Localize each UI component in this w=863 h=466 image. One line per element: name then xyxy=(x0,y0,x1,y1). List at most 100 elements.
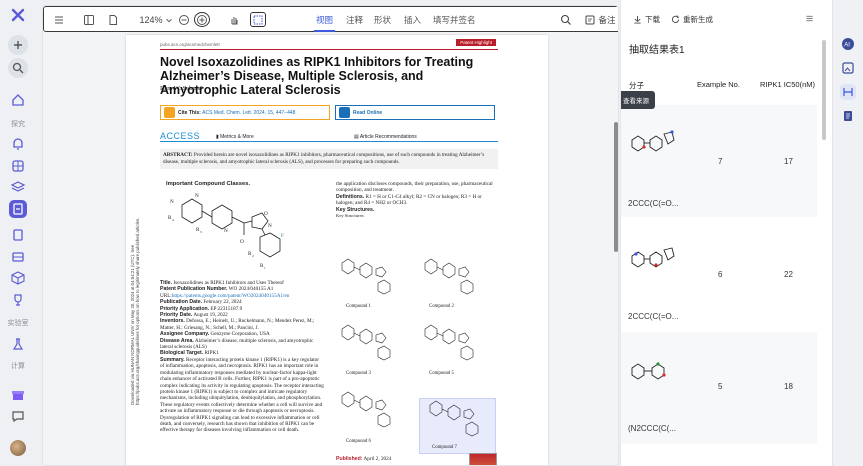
svg-text:N: N xyxy=(224,228,228,234)
pdf-viewer[interactable]: Downloaded via HUNAN NORMAL UNIV on May … xyxy=(43,32,618,465)
cite-box[interactable]: Cite This: ACS Med. Chem. Lett. 2024, 15… xyxy=(160,105,330,120)
book-icon[interactable] xyxy=(9,226,27,244)
recommendations-label: Article Recommendations xyxy=(359,134,417,140)
molecule-image[interactable] xyxy=(628,344,676,404)
column-header-ic50: RIPK1 IC50(nM) xyxy=(760,80,816,89)
tab-shapes[interactable]: 形状 xyxy=(374,14,391,26)
regenerate-button[interactable]: 重新生成 xyxy=(671,14,713,25)
compound-6-structure xyxy=(341,391,391,428)
search-icon[interactable] xyxy=(559,12,573,27)
tab-annotate[interactable]: 注释 xyxy=(346,14,363,26)
compound-6-label: Compound 6 xyxy=(346,439,371,444)
panel-menu-icon[interactable] xyxy=(805,14,814,23)
ic50-value: 22 xyxy=(784,270,793,279)
file-icon[interactable] xyxy=(106,12,120,27)
recommendations-link[interactable]: ▤ Article Recommendations xyxy=(354,134,417,140)
zoom-dropdown-chevron-icon[interactable] xyxy=(164,12,174,27)
compound-7-structure xyxy=(429,400,479,437)
menu-icon[interactable] xyxy=(52,12,66,27)
example-no: 7 xyxy=(718,157,723,166)
panel-scrollbar[interactable] xyxy=(822,40,826,140)
svg-text:1: 1 xyxy=(264,266,266,270)
read-online-label[interactable]: Read Online xyxy=(353,110,382,116)
column-header-example: Example No. xyxy=(697,80,740,89)
abstract-text: Provided herein are novel isoxazolidines… xyxy=(163,152,485,165)
data-icon[interactable] xyxy=(9,248,27,266)
metrics-label: Metrics & More xyxy=(220,134,254,140)
tab-fill-sign[interactable]: 填写并签名 xyxy=(433,14,476,26)
new-chat-icon[interactable] xyxy=(8,35,28,55)
patent-highlight-badge: Patent Highlight xyxy=(456,39,496,46)
lab-icon[interactable] xyxy=(9,335,27,353)
abstract: ABSTRACT: Provided herein are novel isox… xyxy=(160,149,498,169)
pdf-page: Downloaded via HUNAN NORMAL UNIV on May … xyxy=(126,35,548,465)
ai-assistant-icon[interactable]: AI xyxy=(840,36,856,52)
compound-3-label: Compound 3 xyxy=(346,371,371,376)
select-tool-icon[interactable] xyxy=(250,12,266,27)
bell-icon[interactable] xyxy=(9,135,27,153)
search-icon[interactable] xyxy=(8,58,28,78)
document-icon[interactable] xyxy=(840,108,856,124)
trophy-icon[interactable] xyxy=(9,291,27,309)
pdf-scrollbar[interactable] xyxy=(614,122,618,252)
user-avatar[interactable] xyxy=(10,440,26,456)
hand-tool-icon[interactable] xyxy=(227,12,241,27)
left-rail: 探究 实验室 计算 xyxy=(0,0,36,466)
journal-cover-thumbnail xyxy=(469,453,497,465)
smiles-text: (N2CCC(C(... xyxy=(628,424,676,433)
app-logo-icon[interactable] xyxy=(9,6,27,24)
svg-text:O: O xyxy=(240,239,244,245)
cite-reference[interactable]: ACS Med. Chem. Lett. 2024, 15, 447−448 xyxy=(202,110,295,116)
detail-inventors: Inventors. Defossa, E.; Heinelt, U.; Ruc… xyxy=(160,318,315,331)
compound-2-label: Compound 2 xyxy=(429,304,454,309)
smiles-text: 2CCC(C(=O... xyxy=(628,199,679,208)
journal-url[interactable]: pubs.acs.org/acsmedchemlett xyxy=(160,42,220,47)
column-header-molecule: 分子 xyxy=(629,81,644,90)
molecule-image[interactable] xyxy=(628,232,676,292)
rail-section-compute: 计算 xyxy=(11,363,25,370)
message-icon[interactable] xyxy=(9,407,27,425)
extraction-panel: 下载 重新生成 抽取结果表1 分子 Example No. RIPK1 IC50… xyxy=(620,0,832,466)
tab-insert[interactable]: 插入 xyxy=(404,14,421,26)
note-button[interactable]: 备注 xyxy=(597,12,617,27)
sidebar-toggle-icon[interactable] xyxy=(82,12,96,27)
published-date: April 2, 2024 xyxy=(363,456,392,462)
gift-icon[interactable] xyxy=(9,386,27,404)
compound-5-label: Compound 5 xyxy=(429,371,454,376)
molecule-extract-icon[interactable] xyxy=(840,84,856,100)
table-title: 抽取结果表1 xyxy=(629,45,685,56)
grid-icon[interactable] xyxy=(9,157,27,175)
ic50-value: 18 xyxy=(784,382,793,391)
compound-2-structure xyxy=(424,258,474,295)
svg-text:N: N xyxy=(195,193,199,199)
viewer-toolbar: 124% 视图 注释 形状 插入 填写并签名 备注 xyxy=(43,6,618,32)
ic50-value: 17 xyxy=(784,157,793,166)
metrics-link[interactable]: ▮ Metrics & More xyxy=(216,134,254,140)
patent-details: Title. Isoxazolidines as RIPK1 Inhibitor… xyxy=(160,280,324,434)
smiles-text: 2CCC(C(=O... xyxy=(628,312,679,321)
compound-class-structure: NN R4 R3 NO ON R2 F R1 xyxy=(168,193,284,270)
document-tool-icon[interactable] xyxy=(9,200,27,218)
image-tool-icon[interactable] xyxy=(840,60,856,76)
tab-view[interactable]: 视图 xyxy=(313,14,336,32)
header-rule xyxy=(160,49,498,50)
zoom-in-icon[interactable] xyxy=(194,12,210,27)
note-icon[interactable] xyxy=(583,12,597,27)
download-icon xyxy=(634,15,641,24)
download-button[interactable]: 下载 xyxy=(633,14,660,25)
example-no: 6 xyxy=(718,270,723,279)
download-note: Downloaded via HUNAN NORMAL UNIV on May … xyxy=(130,217,140,405)
cube-icon[interactable] xyxy=(9,269,27,287)
layers-icon[interactable] xyxy=(9,178,27,196)
right-tool-strip: AI xyxy=(832,0,863,466)
zoom-out-icon[interactable] xyxy=(177,12,191,27)
zoom-level[interactable]: 124% xyxy=(138,12,164,27)
read-online-box[interactable]: Read Online xyxy=(335,105,495,120)
compound-3-structure xyxy=(341,324,391,361)
right-column: the application discloses compounds, the… xyxy=(336,181,498,219)
example-no: 5 xyxy=(718,382,723,391)
regenerate-label: 重新生成 xyxy=(683,15,713,24)
home-icon[interactable] xyxy=(9,91,27,109)
molecule-image[interactable] xyxy=(628,116,676,176)
rail-section-lab: 实验室 xyxy=(7,320,29,327)
